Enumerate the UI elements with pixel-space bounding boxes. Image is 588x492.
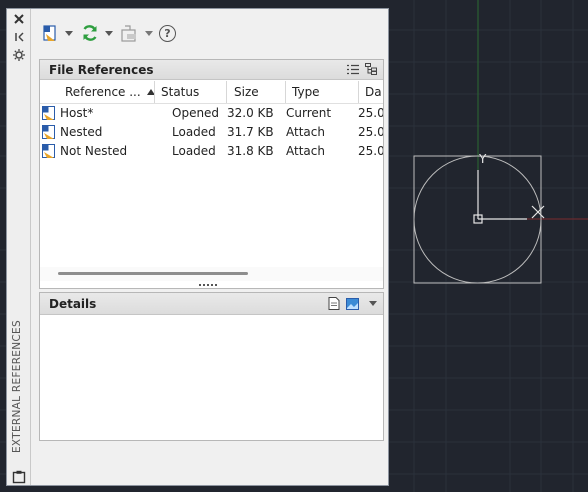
column-header-size[interactable]: Size bbox=[234, 81, 284, 103]
help-button[interactable]: ? bbox=[159, 21, 176, 45]
table-row[interactable]: Host* Opened 32.0 KB Current 25.0 bbox=[40, 104, 383, 123]
file-references-list: Host* Opened 32.0 KB Current 25.0 Nested… bbox=[40, 104, 383, 254]
file-references-title: File References bbox=[49, 63, 154, 77]
preview-image-icon[interactable] bbox=[346, 297, 359, 310]
size-text: 31.7 KB bbox=[227, 125, 274, 139]
date-text: 25.0 bbox=[358, 144, 383, 158]
ucs-icon bbox=[473, 170, 545, 224]
status-text: Loaded bbox=[172, 125, 216, 139]
chevron-down-icon[interactable] bbox=[369, 301, 377, 306]
grip-dots-icon bbox=[199, 284, 217, 286]
xref-toolbar: ? bbox=[39, 21, 379, 47]
size-text: 32.0 KB bbox=[227, 106, 274, 120]
details-header: Details bbox=[40, 293, 383, 315]
external-references-palette: EXTERNAL REFERENCES ? File References Re… bbox=[6, 8, 389, 486]
type-text: Attach bbox=[286, 144, 325, 158]
column-header-reference-name[interactable]: Reference ... bbox=[65, 81, 155, 103]
details-title: Details bbox=[49, 297, 97, 311]
close-icon[interactable] bbox=[12, 13, 26, 25]
change-path-icon bbox=[121, 24, 136, 42]
panel-splitter[interactable] bbox=[39, 282, 384, 289]
date-text: 25.0 bbox=[358, 106, 383, 120]
file-references-header: File References bbox=[40, 60, 383, 80]
column-header-status[interactable]: Status bbox=[161, 81, 221, 103]
help-icon: ? bbox=[159, 24, 176, 42]
status-text: Opened bbox=[172, 106, 220, 120]
refresh-icon bbox=[83, 25, 97, 41]
status-text: Loaded bbox=[172, 144, 216, 158]
properties-gear-icon[interactable] bbox=[12, 49, 26, 61]
reference-name: Not Nested bbox=[60, 144, 128, 158]
palette-title-strip[interactable]: EXTERNAL REFERENCES bbox=[7, 9, 31, 485]
dwg-file-icon bbox=[42, 144, 55, 158]
horizontal-scrollbar[interactable] bbox=[39, 267, 384, 281]
attach-dwg-icon bbox=[43, 24, 56, 41]
date-text: 25.0 bbox=[358, 125, 383, 139]
scrollbar-thumb[interactable] bbox=[58, 272, 248, 275]
tree-view-icon[interactable] bbox=[365, 63, 377, 75]
table-row[interactable]: Nested Loaded 31.7 KB Attach 25.0 bbox=[40, 123, 383, 142]
ucs-y-label: Y bbox=[478, 152, 487, 166]
type-text: Attach bbox=[286, 125, 325, 139]
change-path-dropdown[interactable] bbox=[121, 21, 153, 45]
reference-name: Host* bbox=[60, 106, 94, 120]
auto-hide-icon[interactable] bbox=[12, 31, 26, 43]
dwg-file-icon bbox=[42, 125, 55, 139]
size-text: 31.8 KB bbox=[227, 144, 274, 158]
file-references-panel: File References Reference ... Status Siz… bbox=[39, 59, 384, 289]
palette-title: EXTERNAL REFERENCES bbox=[11, 320, 23, 453]
list-view-icon[interactable] bbox=[347, 64, 359, 75]
reference-name: Nested bbox=[60, 125, 103, 139]
table-row[interactable]: Not Nested Loaded 31.8 KB Attach 25.0 bbox=[40, 142, 383, 161]
dwg-file-icon bbox=[42, 106, 55, 120]
refresh-dropdown[interactable] bbox=[81, 21, 113, 45]
details-document-icon[interactable] bbox=[328, 297, 340, 310]
type-text: Current bbox=[286, 106, 332, 120]
column-header-type[interactable]: Type bbox=[292, 81, 342, 103]
chevron-down-icon bbox=[145, 30, 153, 36]
chevron-down-icon bbox=[105, 30, 113, 36]
column-header-date[interactable]: Da bbox=[365, 81, 383, 103]
attach-dwg-dropdown[interactable] bbox=[43, 21, 73, 45]
chevron-down-icon bbox=[65, 30, 73, 36]
file-references-column-headers: Reference ... Status Size Type Da bbox=[40, 81, 383, 104]
clipboard-icon[interactable] bbox=[12, 469, 26, 484]
details-panel: Details bbox=[39, 292, 384, 441]
